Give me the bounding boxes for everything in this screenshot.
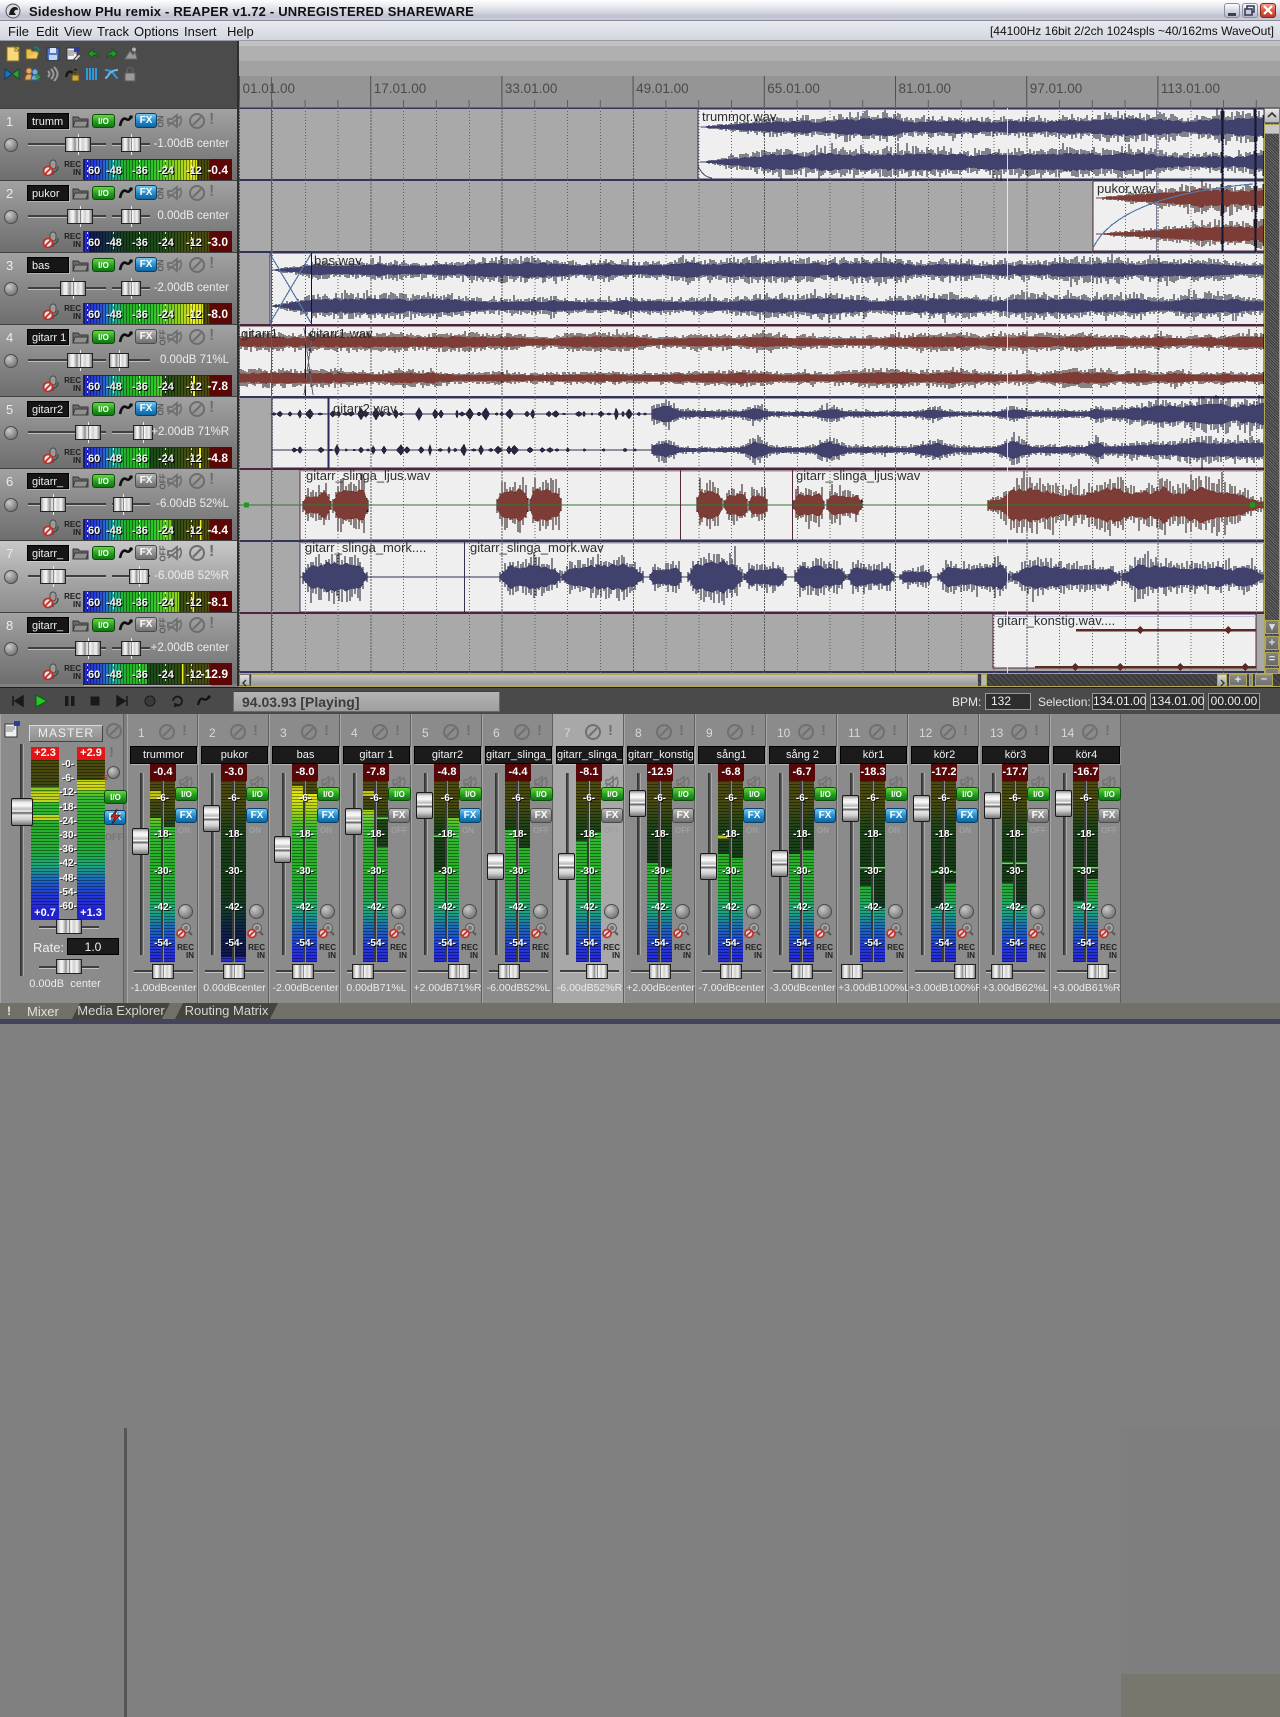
svg-text:pukor.wav: pukor.wav: [1097, 181, 1156, 196]
svg-text:01.01.00: 01.01.00: [243, 81, 296, 96]
svg-text:49.01.00: 49.01.00: [636, 81, 689, 96]
svg-text:gitarr_slinga_ljus.wav: gitarr_slinga_ljus.wav: [306, 468, 431, 483]
svg-text:bas.wav: bas.wav: [314, 253, 362, 268]
svg-text:65.01.00: 65.01.00: [767, 81, 820, 96]
svg-text:gitarr2.wav: gitarr2.wav: [333, 401, 397, 416]
svg-text:gitarr1.wav: gitarr1.wav: [309, 326, 373, 341]
svg-text:97.01.00: 97.01.00: [1030, 81, 1083, 96]
svg-text:gitarr_slinga_mork.wav: gitarr_slinga_mork.wav: [470, 540, 604, 555]
svg-text:gitarr_konstig.wav....: gitarr_konstig.wav....: [997, 613, 1115, 628]
svg-text:gitarr1...: gitarr1...: [241, 326, 289, 341]
svg-text:113.01.00: 113.01.00: [1161, 81, 1220, 96]
svg-text:gitarr_slinga_mork....: gitarr_slinga_mork....: [305, 540, 426, 555]
svg-text:gitarr_slinga_ljus.wav: gitarr_slinga_ljus.wav: [796, 468, 921, 483]
svg-text:33.01.00: 33.01.00: [505, 81, 558, 96]
svg-text:81.01.00: 81.01.00: [899, 81, 952, 96]
svg-text:trummor.wav: trummor.wav: [702, 109, 777, 124]
svg-text:17.01.00: 17.01.00: [374, 81, 427, 96]
